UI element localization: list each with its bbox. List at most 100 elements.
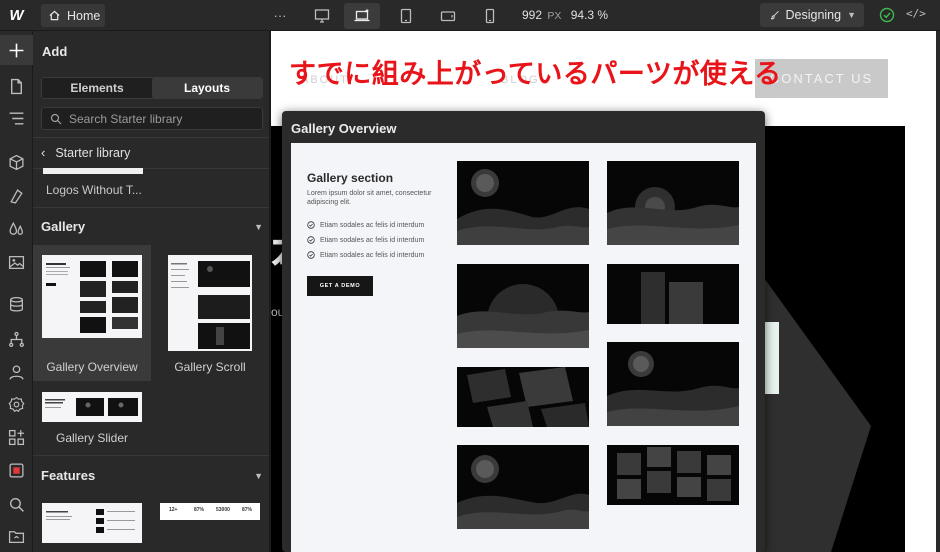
code-icon[interactable]: </> (906, 7, 926, 23)
layout-card-gallery-overview[interactable]: Gallery Overview (33, 245, 151, 381)
desktop-icon (314, 8, 330, 23)
record-button[interactable] (0, 455, 33, 485)
gallery-bullet-text: Etiam sodales ac felis id interdum (320, 251, 425, 259)
laptop-icon (354, 8, 370, 22)
database-icon (10, 296, 23, 312)
breakpoint-phone-button[interactable] (480, 6, 500, 25)
gallery-bullet-text: Etiam sodales ac felis id interdum (320, 221, 425, 229)
apps-button[interactable] (0, 422, 33, 452)
get-demo-button[interactable]: GET A DEMO (307, 276, 373, 296)
gallery-tile-image (607, 342, 739, 426)
gallery-tile-image (607, 264, 739, 324)
breakpoint-tablet-landscape-button[interactable] (438, 6, 458, 25)
settings-icon (8, 396, 25, 412)
tab-elements[interactable]: Elements (42, 78, 152, 98)
chevron-left-icon: ‹ (41, 145, 46, 160)
gallery-slider-thumbnail (42, 392, 142, 422)
cube-icon (9, 154, 24, 170)
find-button[interactable] (0, 489, 33, 519)
canvas-unit: PX (547, 10, 562, 22)
breakpoint-desktop-button[interactable] (312, 6, 332, 25)
logic-button[interactable] (0, 324, 33, 354)
mode-label: Designing (785, 8, 842, 22)
tablet-icon (400, 8, 412, 23)
search-icon (50, 113, 62, 124)
check-circle-icon (307, 221, 315, 229)
gallery-overview-thumbnail-image (42, 255, 142, 338)
canvas-scrollbar[interactable] (936, 31, 940, 552)
gallery-slider-thumbnail-image (42, 392, 142, 422)
search-input[interactable] (69, 111, 259, 126)
tablet-landscape-icon (440, 10, 456, 21)
assets-button[interactable] (0, 247, 33, 277)
logos-thumbnail[interactable] (43, 168, 143, 174)
stat-value: 12+ (169, 507, 178, 513)
layout-card-gallery-scroll[interactable]: Gallery Scroll (151, 245, 269, 381)
users-icon (9, 364, 24, 380)
more-menu-button[interactable]: ··· (270, 6, 290, 25)
panel-divider (33, 207, 269, 208)
gallery-tile (607, 342, 739, 426)
panel-divider (33, 455, 269, 456)
gallery-scroll-thumbnail-image (168, 255, 252, 351)
gallery-tile (607, 445, 739, 505)
top-bar: W Home ··· 992 PX 94.3 % Designing ▼ </> (0, 0, 940, 31)
search-icon (9, 497, 24, 512)
canvas-size-readout[interactable]: 992 PX 94.3 % (522, 8, 608, 22)
gallery-section-description: Lorem ipsum dolor sit amet, consectetur … (307, 190, 432, 206)
navigator-icon (9, 111, 24, 125)
check-circle-icon (307, 236, 315, 244)
page-icon (11, 78, 22, 94)
gallery-bullet: Etiam sodales ac felis id interdum (307, 251, 424, 259)
users-button[interactable] (0, 357, 33, 387)
tab-layouts[interactable]: Layouts (152, 78, 262, 98)
starter-library-back[interactable]: ‹ Starter library (41, 145, 130, 160)
layout-card-gallery-slider[interactable]: Gallery Slider (33, 383, 151, 449)
breakpoint-tablet-button[interactable] (396, 6, 416, 25)
gallery-tile (457, 264, 589, 348)
pages-button[interactable] (0, 71, 33, 101)
designer-mode-dropdown[interactable]: Designing ▼ (760, 3, 864, 27)
brush-icon (770, 10, 779, 20)
starter-library-search[interactable] (41, 107, 263, 130)
variables-button[interactable] (0, 214, 33, 244)
preview-body: Gallery section Lorem ipsum dolor sit am… (291, 143, 756, 552)
gallery-tile-image (457, 161, 589, 245)
components-button[interactable] (0, 147, 33, 177)
layout-card-features-stats[interactable]: 12+ 87% 53000 87% (151, 497, 269, 552)
breadcrumb-label: Starter library (55, 145, 131, 160)
stop-icon (9, 462, 24, 478)
ecommerce-button[interactable] (0, 389, 33, 419)
home-icon (49, 10, 60, 21)
style-icon (10, 188, 23, 204)
design-canvas[interactable]: ABOUT BLOG CONTACT US 本 ou すでに組み上がっているパー… (271, 31, 940, 552)
gallery-tile (607, 264, 739, 324)
gallery-tile (457, 367, 589, 427)
section-features-header[interactable]: Features ▼ (41, 468, 263, 483)
layout-card-label: Gallery Overview (46, 360, 138, 374)
navigator-button[interactable] (0, 103, 33, 133)
layout-card-features-section[interactable] (33, 497, 151, 552)
project-files-button[interactable] (0, 521, 33, 551)
layout-card-label: Gallery Slider (55, 431, 129, 445)
breakpoint-laptop-button[interactable] (344, 3, 380, 29)
gallery-tile (457, 161, 589, 245)
section-gallery-header[interactable]: Gallery ▼ (41, 219, 263, 234)
image-icon (8, 255, 25, 269)
gallery-tile (457, 445, 589, 529)
panel-title: Add (42, 44, 68, 59)
style-selectors-button[interactable] (0, 181, 33, 211)
stat-value: 87% (242, 507, 253, 513)
webflow-logo-icon[interactable]: W (0, 0, 33, 31)
folder-icon (8, 530, 25, 543)
gallery-tile-image (607, 445, 739, 505)
check-circle-icon[interactable] (879, 7, 895, 23)
home-label: Home (67, 8, 101, 23)
home-button[interactable]: Home (41, 4, 105, 27)
section-title: Features (41, 468, 96, 483)
cms-button[interactable] (0, 289, 33, 319)
chevron-down-icon: ▼ (254, 470, 263, 481)
phone-icon (485, 8, 495, 23)
gallery-bullet-text: Etiam sodales ac felis id interdum (320, 236, 425, 244)
add-panel-button[interactable] (0, 35, 33, 65)
